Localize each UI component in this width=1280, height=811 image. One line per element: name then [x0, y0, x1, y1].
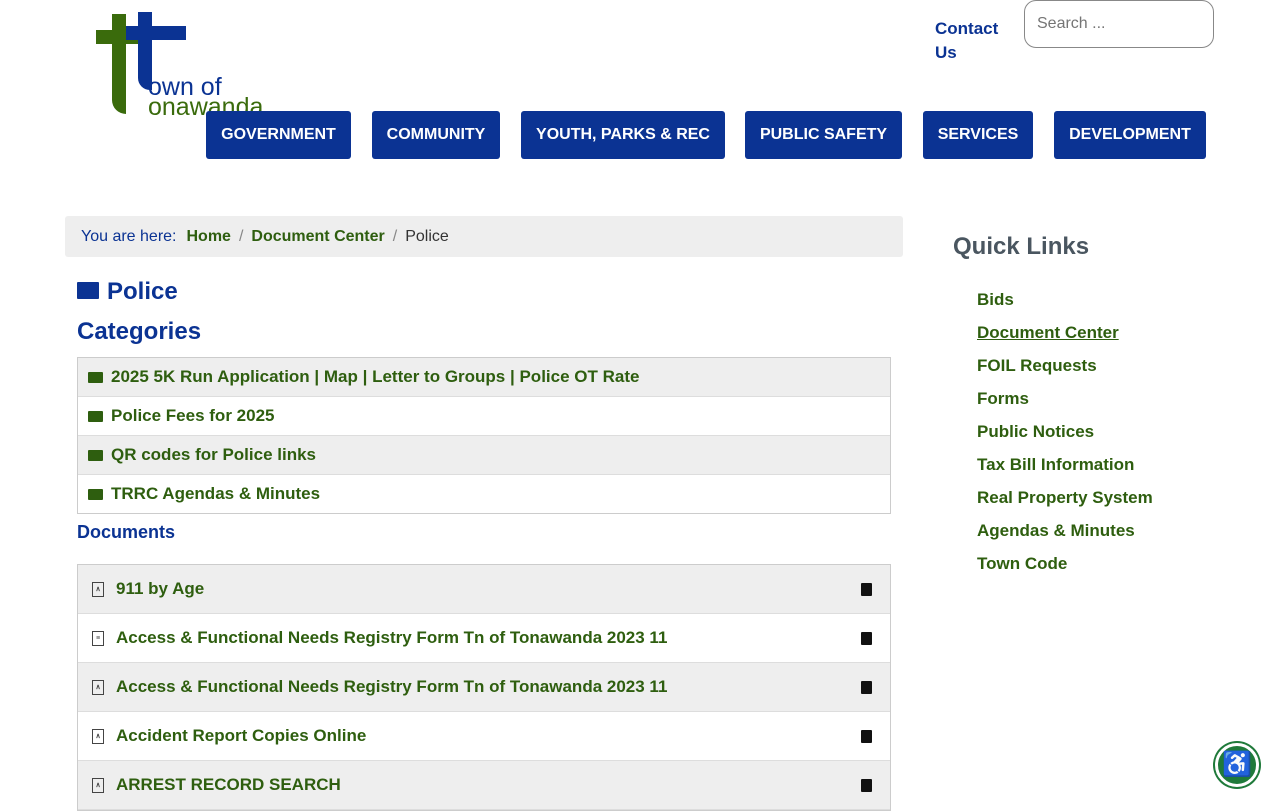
folder-icon [88, 449, 103, 461]
quick-link-real-property[interactable]: Real Property System [977, 488, 1153, 508]
quick-link-public-notices[interactable]: Public Notices [977, 422, 1094, 442]
categories-heading: Categories [77, 318, 202, 345]
category-list: 2025 5K Run Application | Map | Letter t… [77, 357, 891, 514]
folder-icon [77, 282, 99, 299]
document-list: ∧ 911 by Age ≡ Access & Functional Needs R… [77, 564, 891, 811]
folder-icon [88, 488, 103, 500]
category-item[interactable]: Police Fees for 2025 [78, 397, 890, 436]
search-input[interactable] [1024, 0, 1214, 48]
text-file-icon: ≡ [92, 630, 104, 646]
breadcrumb-label: You are here: [81, 227, 177, 245]
document-row[interactable]: ∧ Access & Functional Needs Registry Form… [78, 663, 890, 712]
pdf-file-icon: ∧ [92, 728, 104, 744]
nav-government[interactable]: GOVERNMENT [206, 111, 351, 159]
quick-link-foil[interactable]: FOIL Requests [977, 356, 1097, 376]
breadcrumb-current: Police [405, 227, 449, 245]
category-item[interactable]: TRRC Agendas & Minutes [78, 475, 890, 513]
nav-youth-parks-rec[interactable]: YOUTH, PARKS & REC [521, 111, 725, 159]
category-item[interactable]: 2025 5K Run Application | Map | Letter t… [78, 358, 890, 397]
breadcrumb: You are here: Home / Document Center / Pol… [65, 216, 903, 257]
pdf-file-icon: ∧ [92, 777, 104, 793]
town-logo[interactable]: own of onawanda [96, 12, 286, 122]
document-row[interactable]: ∧ Accident Report Copies Online [78, 712, 890, 761]
quick-link-bids[interactable]: Bids [977, 290, 1014, 310]
clipboard-icon[interactable] [861, 582, 872, 596]
quick-link-tax-bill[interactable]: Tax Bill Information [977, 455, 1134, 475]
nav-community[interactable]: COMMUNITY [372, 111, 500, 159]
pdf-file-icon: ∧ [92, 679, 104, 695]
documents-heading: Documents [77, 522, 176, 542]
nav-services[interactable]: SERVICES [923, 111, 1033, 159]
document-row[interactable]: ∧ 911 by Age [78, 565, 890, 614]
contact-us-link[interactable]: Contact Us [935, 17, 1015, 65]
clipboard-icon[interactable] [861, 631, 872, 645]
pdf-file-icon: ∧ [92, 581, 104, 597]
clipboard-icon[interactable] [861, 778, 872, 792]
document-row[interactable]: ∧ ARREST RECORD SEARCH [78, 761, 890, 810]
nav-development[interactable]: DEVELOPMENT [1054, 111, 1206, 159]
quick-links-heading: Quick Links [953, 233, 1090, 260]
breadcrumb-home[interactable]: Home [186, 228, 230, 246]
breadcrumb-document-center[interactable]: Document Center [251, 228, 384, 246]
page-title: Police [77, 278, 178, 306]
document-row[interactable]: ≡ Access & Functional Needs Registry Form… [78, 614, 890, 663]
clipboard-icon[interactable] [861, 680, 872, 694]
quick-link-document-center[interactable]: Document Center [977, 323, 1119, 343]
quick-link-town-code[interactable]: Town Code [977, 554, 1067, 574]
nav-public-safety[interactable]: PUBLIC SAFETY [745, 111, 902, 159]
folder-icon [88, 410, 103, 422]
accessibility-icon[interactable]: ♿ [1215, 743, 1259, 787]
quick-link-forms[interactable]: Forms [977, 389, 1029, 409]
category-item[interactable]: QR codes for Police links [78, 436, 890, 475]
quick-link-agendas[interactable]: Agendas & Minutes [977, 521, 1135, 541]
clipboard-icon[interactable] [861, 729, 872, 743]
folder-icon [88, 371, 103, 383]
